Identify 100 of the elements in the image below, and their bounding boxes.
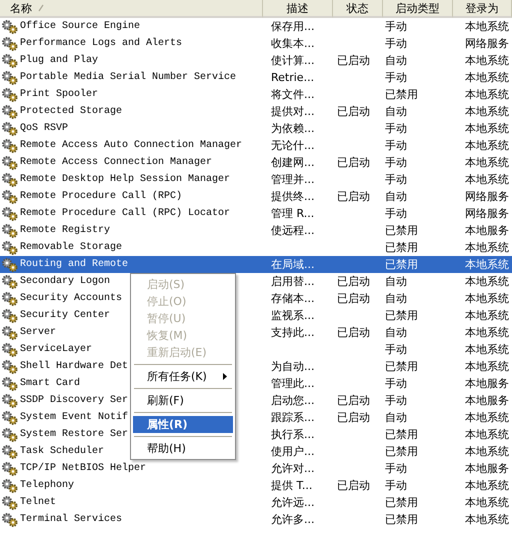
- service-name: QoS RSVP: [20, 123, 68, 134]
- service-name: Remote Access Auto Connection Manager: [20, 140, 242, 151]
- logon-cell: 本地服务: [465, 223, 509, 238]
- startup-type-cell: 已禁用: [385, 223, 418, 238]
- logon-cell: 本地服务: [465, 461, 509, 476]
- description-cell: 监视系...: [271, 308, 314, 323]
- description-cell: 使远程...: [271, 223, 314, 238]
- description-cell: 启动您...: [271, 393, 314, 408]
- service-name: Terminal Services: [20, 514, 122, 525]
- selected-row[interactable]: Routing and Remote 在局域... 已禁用 本地系统: [0, 256, 512, 273]
- service-name: Remote Desktop Help Session Manager: [20, 174, 230, 185]
- startup-type-cell: 已禁用: [385, 257, 418, 272]
- logon-cell: 网络服务: [465, 206, 509, 221]
- logon-cell: 本地系统: [465, 53, 509, 68]
- startup-type-cell: 手动: [385, 478, 407, 493]
- logon-cell: 本地系统: [465, 478, 509, 493]
- startup-type-cell: 自动: [385, 291, 407, 306]
- description-cell: 管理并...: [271, 172, 314, 187]
- logon-cell: 本地系统: [465, 342, 509, 357]
- menu-item[interactable]: 所有任务(K): [133, 368, 233, 385]
- logon-cell: 网络服务: [465, 189, 509, 204]
- service-name: ServiceLayer: [20, 344, 92, 355]
- description-cell: 支持此...: [271, 325, 314, 340]
- description-cell: 管理此...: [271, 376, 314, 391]
- service-name: Secondary Logon: [20, 276, 110, 287]
- startup-type-cell: 自动: [385, 53, 407, 68]
- service-name: Security Accounts: [20, 293, 122, 304]
- startup-type-cell: 自动: [385, 410, 407, 425]
- logon-cell: 本地系统: [465, 291, 509, 306]
- description-cell: 允许多...: [271, 512, 314, 527]
- description-cell: 无论什...: [271, 138, 314, 153]
- menu-item[interactable]: 刷新(F): [133, 392, 233, 409]
- column-header[interactable]: 启动类型: [383, 0, 453, 18]
- service-name: Routing and Remote: [20, 259, 128, 270]
- logon-cell: 本地系统: [465, 495, 509, 510]
- description-cell: 管理 R...: [271, 206, 314, 221]
- startup-type-cell: 已禁用: [385, 240, 418, 255]
- service-name: Remote Procedure Call (RPC): [20, 191, 182, 202]
- status-cell: 已启动: [337, 53, 370, 68]
- description-cell: 存储本...: [271, 291, 314, 306]
- startup-type-cell: 自动: [385, 325, 407, 340]
- description-cell: 收集本...: [271, 36, 314, 51]
- startup-type-cell: 手动: [385, 121, 407, 136]
- service-name: Remote Access Connection Manager: [20, 157, 212, 168]
- column-header[interactable]: 描述: [263, 0, 333, 18]
- startup-type-cell: 已禁用: [385, 495, 418, 510]
- service-name: System Event Notif: [20, 412, 128, 423]
- description-cell: 启用替...: [271, 274, 314, 289]
- logon-cell: 本地系统: [465, 512, 509, 527]
- service-name: Shell Hardware Det: [20, 361, 128, 372]
- startup-type-cell: 已禁用: [385, 359, 418, 374]
- startup-type-cell: 手动: [385, 172, 407, 187]
- logon-cell: 本地系统: [465, 308, 509, 323]
- menu-item[interactable]: 帮助(H): [133, 440, 233, 457]
- service-name: TCP/IP NetBIOS Helper: [20, 463, 146, 474]
- service-name: SSDP Discovery Ser: [20, 395, 128, 406]
- logon-cell: 本地系统: [465, 427, 509, 442]
- status-cell: 已启动: [337, 155, 370, 170]
- description-cell: 提供终...: [271, 189, 314, 204]
- column-header[interactable]: 名称: [0, 0, 263, 18]
- service-name: Server: [20, 327, 56, 338]
- description-cell: 允许远...: [271, 495, 314, 510]
- description-cell: 为自动...: [271, 359, 314, 374]
- logon-cell: 网络服务: [465, 36, 509, 51]
- logon-cell: 本地系统: [465, 121, 509, 136]
- column-header[interactable]: 状态: [333, 0, 383, 18]
- description-cell: 使用户...: [271, 444, 314, 459]
- startup-type-cell: 手动: [385, 70, 407, 85]
- service-name: Telnet: [20, 497, 56, 508]
- service-name: Protected Storage: [20, 106, 122, 117]
- service-name: Remote Registry: [20, 225, 110, 236]
- description-cell: 跟踪系...: [271, 410, 314, 425]
- startup-type-cell: 手动: [385, 155, 407, 170]
- logon-cell: 本地系统: [465, 257, 509, 272]
- column-header[interactable]: 登录为: [453, 0, 512, 18]
- logon-cell: 本地系统: [465, 240, 509, 255]
- startup-type-cell: 手动: [385, 393, 407, 408]
- startup-type-cell: 已禁用: [385, 308, 418, 323]
- description-cell: 在局域...: [271, 257, 314, 272]
- startup-type-cell: 手动: [385, 461, 407, 476]
- service-name: Portable Media Serial Number Service: [20, 72, 236, 83]
- description-cell: Retrie...: [271, 71, 314, 84]
- startup-type-cell: 手动: [385, 138, 407, 153]
- startup-type-cell: 自动: [385, 189, 407, 204]
- startup-type-cell: 手动: [385, 376, 407, 391]
- description-cell: 使计算...: [271, 53, 314, 68]
- service-name: Plug and Play: [20, 55, 98, 66]
- startup-type-cell: 已禁用: [385, 87, 418, 102]
- status-cell: 已启动: [337, 104, 370, 119]
- logon-cell: 本地系统: [465, 444, 509, 459]
- status-cell: 已启动: [337, 478, 370, 493]
- menu-item[interactable]: 属性(R): [133, 416, 233, 433]
- startup-type-cell: 已禁用: [385, 427, 418, 442]
- logon-cell: 本地服务: [465, 393, 509, 408]
- logon-cell: 本地系统: [465, 70, 509, 85]
- service-name: System Restore Ser: [20, 429, 128, 440]
- description-cell: 提供对...: [271, 104, 314, 119]
- description-cell: 将文件...: [271, 87, 314, 102]
- logon-cell: 本地系统: [465, 19, 509, 34]
- description-cell: 允许对...: [271, 461, 314, 476]
